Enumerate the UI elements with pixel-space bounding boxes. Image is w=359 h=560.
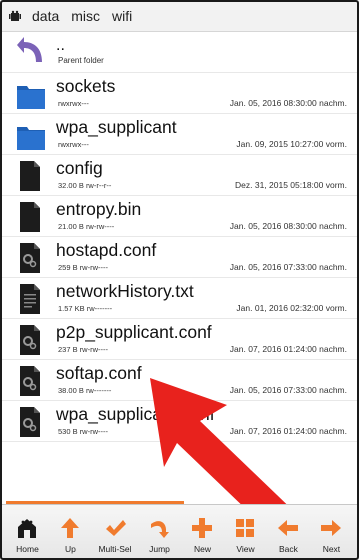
list-item-file[interactable]: hostapd.conf 259 B rw-rw---- Jan. 05, 20… xyxy=(0,237,359,278)
toolbar-label: New xyxy=(193,544,211,554)
toolbar-label: View xyxy=(236,544,255,554)
file-meta: 38.00 B rw------- xyxy=(58,386,112,395)
file-meta: 21.00 B rw-rw---- xyxy=(58,222,115,231)
new-button[interactable]: New xyxy=(187,505,217,560)
list-item-folder[interactable]: sockets rwxrwx--- Jan. 05, 2016 08:30:00… xyxy=(0,73,359,114)
text-file-icon xyxy=(16,282,44,316)
file-name: sockets xyxy=(56,76,116,96)
home-button[interactable]: Home xyxy=(12,505,42,560)
file-date: Dez. 31, 2015 05:18:00 vorm. xyxy=(235,180,347,190)
toolbar-label: Up xyxy=(65,544,76,554)
file-meta: 530 B rw-rw---- xyxy=(58,427,108,436)
file-name: networkHistory.txt xyxy=(56,281,194,301)
file-date: Jan. 05, 2016 07:33:00 nachm. xyxy=(229,385,347,395)
list-item-file[interactable]: config 32.00 B rw-r--r-- Dez. 31, 2015 0… xyxy=(0,155,359,196)
right-arrow-icon xyxy=(321,520,342,536)
plus-icon xyxy=(192,518,213,538)
jump-button[interactable]: Jump xyxy=(145,505,175,560)
file-date: Jan. 07, 2016 01:24:00 nachm. xyxy=(229,426,347,436)
breadcrumb-item-misc[interactable]: misc xyxy=(71,8,100,24)
folder-icon xyxy=(16,118,45,152)
file-name: entropy.bin xyxy=(56,199,142,219)
up-button[interactable]: Up xyxy=(55,505,85,560)
bottom-toolbar: Home Up Multi-Sel Jump New View Back Nex… xyxy=(0,504,359,560)
view-button[interactable]: View xyxy=(230,505,260,560)
list-item-file[interactable]: networkHistory.txt 1.57 KB rw------- Jan… xyxy=(0,278,359,319)
file-meta: 259 B rw-rw---- xyxy=(58,263,108,272)
file-icon xyxy=(16,200,44,234)
file-list: .. Parent folder sockets rwxrwx--- Jan. … xyxy=(0,32,359,442)
toolbar-label: Jump xyxy=(149,544,170,554)
toolbar-label: Home xyxy=(16,544,39,554)
list-item-parent-folder[interactable]: .. Parent folder xyxy=(0,32,359,73)
toolbar-label: Multi-Sel xyxy=(98,544,132,554)
gear-file-icon xyxy=(16,364,44,398)
gear-file-icon xyxy=(16,323,44,357)
list-item-file[interactable]: wpa_supplicant.conf 530 B rw-rw---- Jan.… xyxy=(0,401,359,442)
file-meta: 1.57 KB rw------- xyxy=(58,304,113,313)
file-date: Jan. 05, 2016 07:33:00 nachm. xyxy=(229,262,347,272)
file-meta: 237 B rw-rw---- xyxy=(58,345,108,354)
file-date: Jan. 05, 2016 08:30:00 nachm. xyxy=(229,98,347,108)
toolbar-label: Next xyxy=(322,544,341,554)
left-arrow-icon xyxy=(278,520,299,536)
file-name: wpa_supplicant xyxy=(56,117,177,137)
multi-select-button[interactable]: Multi-Sel xyxy=(98,505,132,560)
file-name: .. xyxy=(56,37,65,54)
file-name: softap.conf xyxy=(56,363,142,383)
gear-file-icon xyxy=(16,241,44,275)
file-name: config xyxy=(56,158,103,178)
file-meta: 32.00 B rw-r--r-- xyxy=(58,181,112,190)
grid-view-icon xyxy=(236,519,255,537)
file-name: p2p_supplicant.conf xyxy=(56,322,212,342)
gear-file-icon xyxy=(16,405,44,439)
list-item-file[interactable]: entropy.bin 21.00 B rw-rw---- Jan. 05, 2… xyxy=(0,196,359,237)
file-date: Jan. 09, 2015 10:27:00 vorm. xyxy=(236,139,347,149)
breadcrumb-item-data[interactable]: data xyxy=(32,8,59,24)
list-item-file[interactable]: p2p_supplicant.conf 237 B rw-rw---- Jan.… xyxy=(0,319,359,360)
file-meta: rwxrwx--- xyxy=(58,99,89,108)
back-arrow-icon xyxy=(16,36,44,70)
file-date: Jan. 07, 2016 01:24:00 nachm. xyxy=(229,344,347,354)
checkmark-icon xyxy=(105,520,126,536)
file-date: Jan. 01, 2016 02:32:00 vorm. xyxy=(236,303,347,313)
toolbar-label: Back xyxy=(279,544,298,554)
android-home-icon[interactable] xyxy=(8,9,22,23)
up-arrow-icon xyxy=(61,518,80,538)
jump-arrow-icon xyxy=(150,521,169,538)
back-button[interactable]: Back xyxy=(273,505,303,560)
file-name: wpa_supplicant.conf xyxy=(56,404,215,424)
folder-icon xyxy=(16,77,45,111)
file-name: hostapd.conf xyxy=(56,240,157,260)
breadcrumb: data misc wifi xyxy=(0,0,359,32)
list-item-folder[interactable]: wpa_supplicant rwxrwx--- Jan. 09, 2015 1… xyxy=(0,114,359,155)
file-date: Jan. 05, 2016 08:30:00 nachm. xyxy=(229,221,347,231)
list-item-file[interactable]: softap.conf 38.00 B rw------- Jan. 05, 2… xyxy=(0,360,359,401)
file-icon xyxy=(16,159,44,193)
next-button[interactable]: Next xyxy=(316,505,346,560)
breadcrumb-item-wifi[interactable]: wifi xyxy=(112,8,132,24)
home-icon xyxy=(18,519,37,538)
file-meta: Parent folder xyxy=(58,56,104,65)
file-meta: rwxrwx--- xyxy=(58,140,89,149)
